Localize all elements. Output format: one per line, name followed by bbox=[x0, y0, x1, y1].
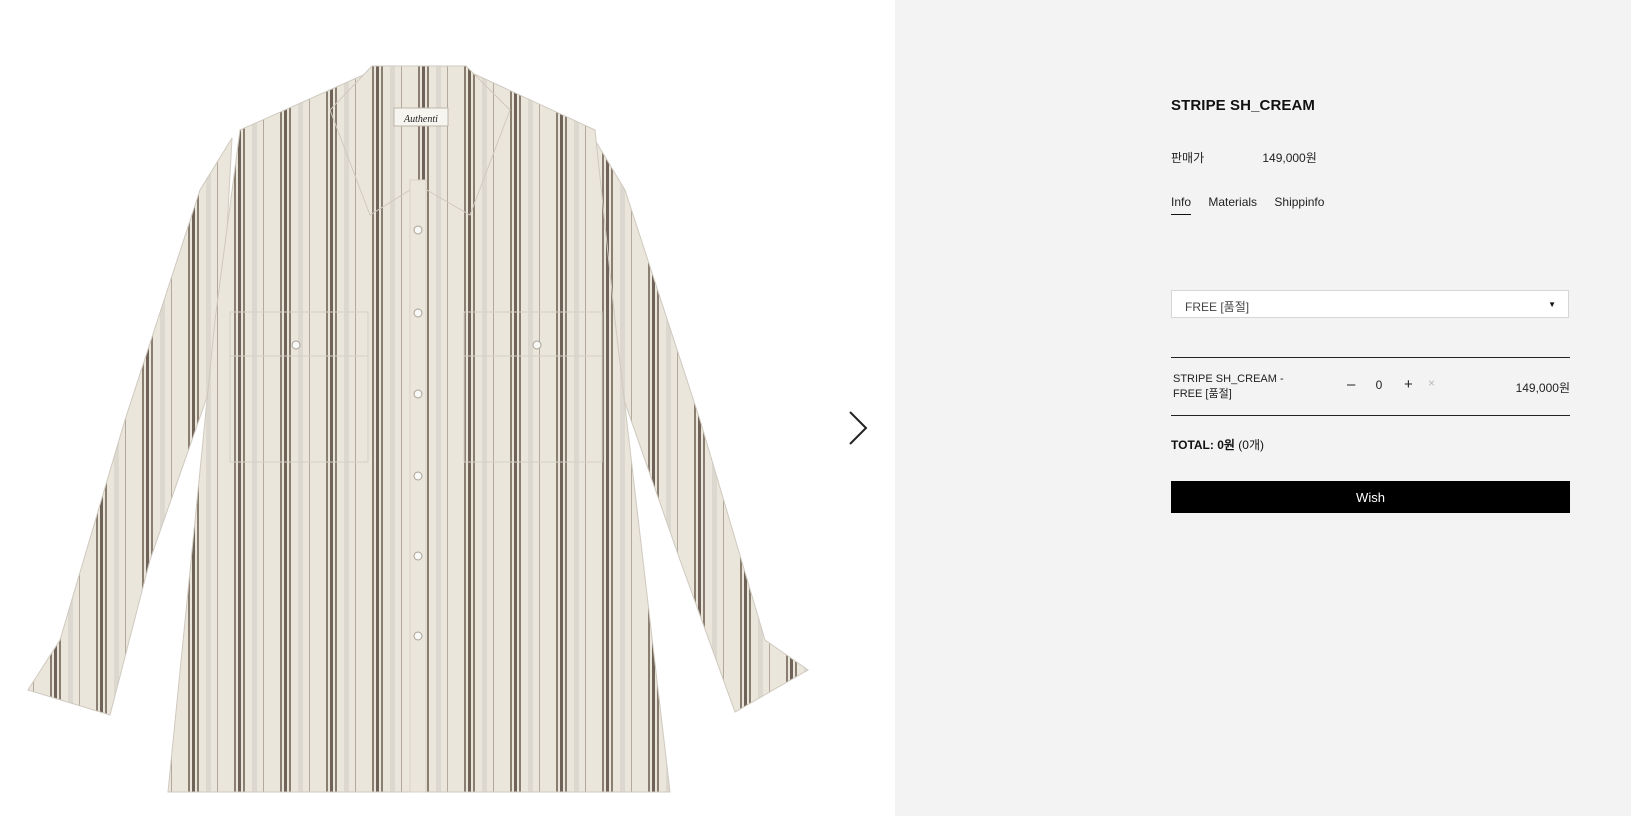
price-row: 판매가 149,000원 bbox=[1171, 149, 1317, 166]
wish-button[interactable]: Wish bbox=[1171, 481, 1570, 513]
quantity-decrease-button[interactable]: – bbox=[1347, 376, 1355, 393]
total-count: (0개) bbox=[1238, 438, 1265, 452]
tab-info[interactable]: Info bbox=[1171, 195, 1192, 215]
quantity-increase-button[interactable]: + bbox=[1404, 376, 1413, 393]
total-label: TOTAL: bbox=[1171, 438, 1214, 452]
price-label: 판매가 bbox=[1171, 151, 1205, 165]
price-value: 149,000원 bbox=[1262, 151, 1317, 165]
caret-down-icon: ▼ bbox=[1548, 300, 1556, 309]
option-select[interactable]: FREE [품절] ▼ bbox=[1171, 290, 1569, 318]
selected-item-row: STRIPE SH_CREAM - FREE [품절] – 0 + × 149,… bbox=[1171, 357, 1570, 416]
product-image: Authenti bbox=[27, 65, 809, 793]
tab-shippinfo[interactable]: Shippinfo bbox=[1274, 195, 1324, 214]
selected-item-name: STRIPE SH_CREAM - FREE [품절] bbox=[1173, 373, 1284, 400]
product-info-panel: STRIPE SH_CREAM 판매가 149,000원 Info Materi… bbox=[895, 0, 1631, 816]
selected-item-price: 149,000원 bbox=[1515, 381, 1570, 395]
product-title: STRIPE SH_CREAM bbox=[1171, 97, 1316, 114]
tab-materials[interactable]: Materials bbox=[1208, 195, 1257, 214]
total-summary: TOTAL: 0원 (0개) bbox=[1171, 436, 1264, 453]
quantity-value[interactable]: 0 bbox=[1372, 378, 1386, 392]
product-gallery: Authenti bbox=[0, 0, 895, 816]
chevron-right-icon[interactable] bbox=[840, 404, 876, 452]
info-tabs: Info Materials Shippinfo bbox=[1171, 195, 1338, 215]
remove-item-button[interactable]: × bbox=[1428, 376, 1435, 390]
collar-tag-text: Authenti bbox=[403, 114, 438, 125]
option-select-value: FREE [품절] bbox=[1185, 300, 1250, 314]
total-amount: 0원 bbox=[1217, 438, 1235, 452]
